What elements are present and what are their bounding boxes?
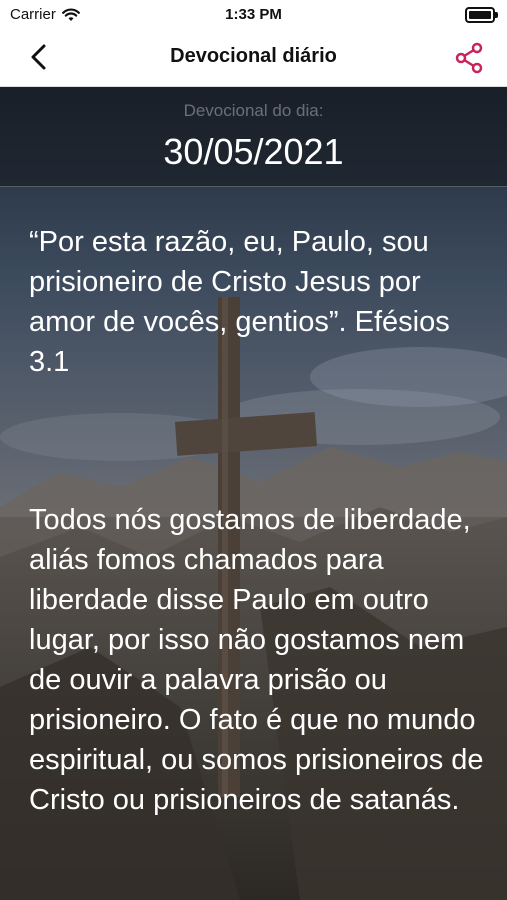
page-title: Devocional diário <box>170 45 337 67</box>
devotional-content[interactable]: Devocional do dia: 30/05/2021 “Por esta … <box>0 87 507 900</box>
date-label: Devocional do dia: <box>183 101 324 120</box>
devotional-text: “Por esta razão, eu, Paulo, sou prisione… <box>29 222 489 860</box>
status-time: 1:33 PM <box>225 6 282 23</box>
share-icon <box>455 42 483 74</box>
status-bar: Carrier 1:33 PM <box>0 0 507 30</box>
devotional-date: 30/05/2021 <box>163 131 344 172</box>
date-header: Devocional do dia: 30/05/2021 <box>0 87 507 187</box>
share-button[interactable] <box>453 42 485 74</box>
battery-icon <box>465 7 498 23</box>
bible-verse: “Por esta razão, eu, Paulo, sou prisione… <box>29 226 450 378</box>
navigation-bar: Devocional diário <box>0 30 507 87</box>
devotional-body: Todos nós gostamos de liberdade, aliás f… <box>29 504 484 816</box>
